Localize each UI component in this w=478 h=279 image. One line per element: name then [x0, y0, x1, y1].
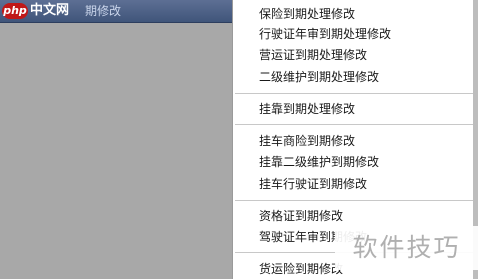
background-window — [0, 0, 232, 279]
menu-item-affiliation-expiry-edit[interactable]: 挂靠到期处理修改 — [259, 101, 355, 117]
menu-item-operation-permit-edit[interactable]: 营运证到期处理修改 — [259, 47, 367, 63]
menu-item-trailer-commercial-insurance-edit[interactable]: 挂车商险到期修改 — [259, 133, 355, 149]
menu-item-cargo-insurance-edit[interactable]: 货运险到期修改 — [259, 261, 343, 277]
watermark-text: 软件技巧 — [335, 226, 478, 270]
menu-item-trailer-license-edit[interactable]: 挂车行驶证到期修改 — [259, 176, 367, 192]
menu-separator — [235, 93, 475, 94]
logo-text: 中文网 — [30, 3, 70, 18]
menu-separator — [235, 124, 475, 125]
menu-item-qualification-cert-edit[interactable]: 资格证到期修改 — [259, 208, 343, 224]
background-window-titlebar: php 中文网 期修改 — [0, 0, 232, 23]
menu-item-affiliation-secondary-maintenance-edit[interactable]: 挂靠二级维护到期修改 — [259, 154, 379, 170]
menu-separator — [235, 200, 475, 201]
menu-item-insurance-expiry-edit[interactable]: 保险到期处理修改 — [259, 6, 355, 22]
window-title-fragment: 期修改 — [85, 4, 122, 18]
php-logo-badge: php — [2, 3, 28, 19]
menu-item-secondary-maintenance-edit[interactable]: 二级维护到期处理修改 — [259, 69, 379, 85]
menu-item-license-annual-review-edit[interactable]: 行驶证年审到期处理修改 — [259, 26, 391, 42]
site-logo: php 中文网 — [2, 2, 69, 20]
